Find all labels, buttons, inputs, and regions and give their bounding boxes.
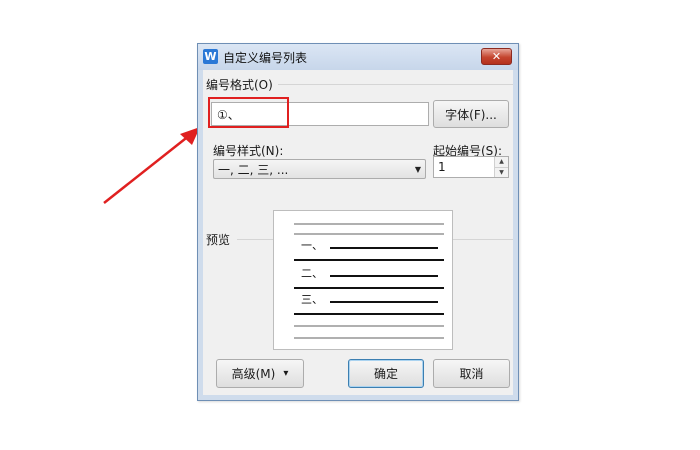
dropdown-arrow-icon: ▼	[414, 165, 421, 174]
format-group-divider	[278, 84, 513, 85]
font-button[interactable]: 字体(F)...	[433, 100, 509, 128]
number-style-select[interactable]: 一, 二, 三, ... ▼	[213, 159, 426, 179]
spin-down-icon[interactable]: ▼	[495, 167, 508, 177]
close-button[interactable]: ✕	[481, 48, 512, 65]
ok-button[interactable]: 确定	[348, 359, 424, 388]
number-style-label: 编号样式(N):	[213, 142, 288, 159]
preview-pane: 一、 二、 三、	[273, 210, 453, 350]
title-bar[interactable]: W 自定义编号列表 ✕	[198, 44, 518, 70]
expand-icon: ▾	[283, 368, 289, 379]
annotation-highlight-box	[208, 97, 289, 128]
preview-line	[294, 313, 444, 315]
preview-line	[294, 259, 444, 261]
preview-line	[294, 233, 444, 235]
preview-line	[294, 287, 444, 289]
preview-group-label: 预览	[206, 231, 235, 248]
advanced-button-label: 高级(M)	[231, 367, 276, 381]
format-group-label: 编号格式(O)	[206, 76, 277, 93]
spin-up-icon[interactable]: ▲	[495, 157, 508, 167]
preview-line	[330, 247, 438, 249]
preview-item-number: 二、	[301, 267, 323, 280]
preview-line	[330, 301, 438, 303]
preview-line	[294, 223, 444, 225]
preview-item-number: 三、	[301, 293, 323, 306]
dialog-title: 自定义编号列表	[223, 51, 308, 65]
number-style-value: 一, 二, 三, ...	[218, 162, 289, 177]
preview-item-number: 一、	[301, 239, 323, 252]
wps-writer-icon: W	[203, 49, 218, 64]
preview-line	[294, 325, 444, 327]
start-number-spinner[interactable]: 1 ▲ ▼	[433, 156, 509, 178]
cancel-button[interactable]: 取消	[433, 359, 510, 388]
start-number-value: 1	[438, 160, 446, 174]
advanced-button[interactable]: 高级(M) ▾	[216, 359, 304, 388]
preview-line	[294, 337, 444, 339]
spinner-buttons[interactable]: ▲ ▼	[494, 157, 508, 177]
preview-line	[330, 275, 438, 277]
